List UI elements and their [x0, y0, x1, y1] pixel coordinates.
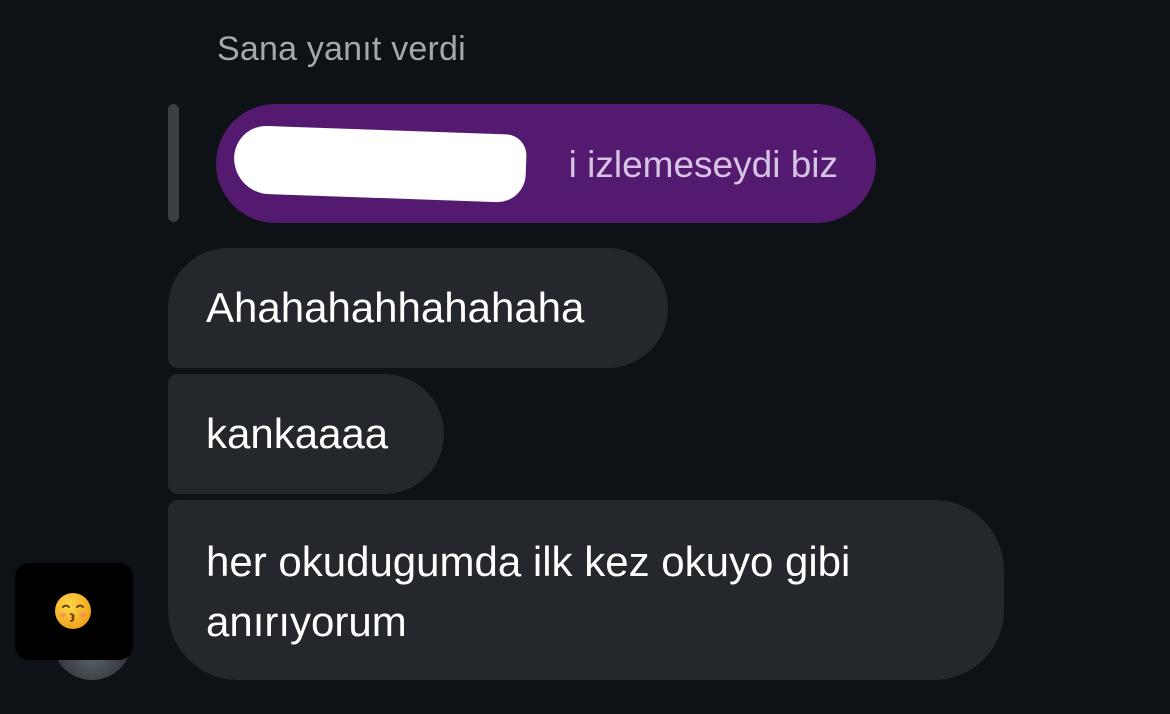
message-bubble[interactable]: her okudugumda ilk kez okuyo gibi anırıy…	[168, 500, 1004, 680]
reply-header: Sana yanıt verdi	[217, 30, 466, 68]
redaction-scribble	[232, 124, 528, 204]
message-bubble[interactable]: kankaaaa	[168, 374, 444, 494]
quote-bar	[168, 104, 179, 222]
quoted-message-bubble[interactable]: i izlemeseydi biz	[216, 104, 876, 223]
message-text: her okudugumda ilk kez okuyo gibi anırıy…	[206, 538, 851, 645]
message-bubble[interactable]: Ahahahahhahahaha	[168, 248, 668, 368]
message-text: Ahahahahhahahaha	[206, 284, 585, 331]
message-text: kankaaaa	[206, 410, 389, 457]
kissing-face-smiling-eyes-icon	[55, 593, 91, 629]
quoted-message-text: i izlemeseydi biz	[568, 144, 838, 185]
reaction-badge[interactable]	[15, 563, 133, 660]
